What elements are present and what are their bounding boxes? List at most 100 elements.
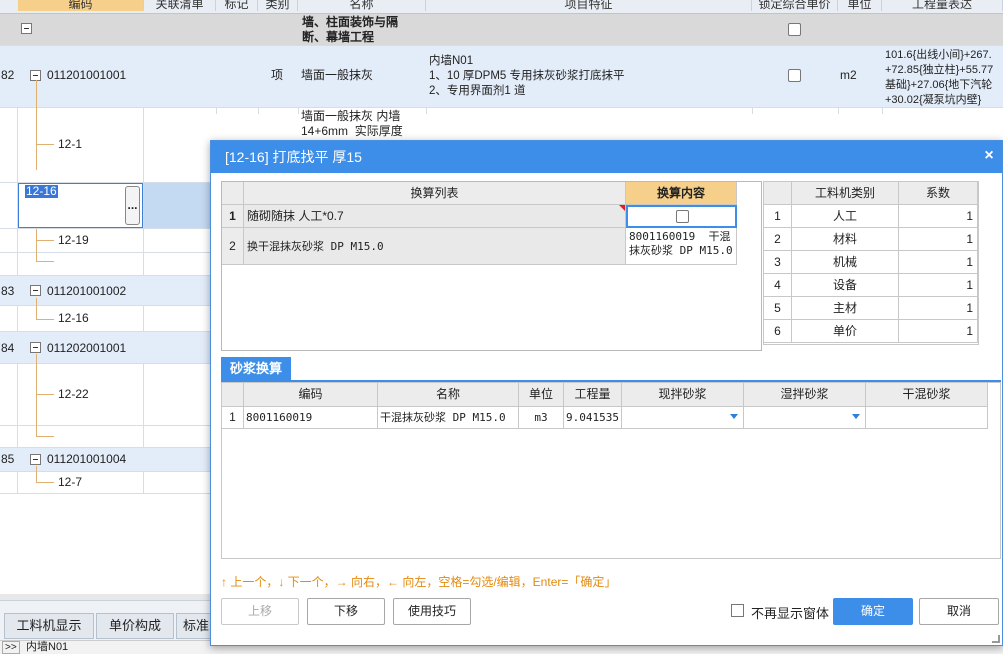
col-header-linked[interactable]: 关联清单 [144, 0, 216, 11]
coef-type-header: 工料机类别 [792, 182, 899, 205]
table-row[interactable]: 82 011201001001 项 墙面一般抹灰 内墙N01 1、10 厚DPM… [0, 46, 1003, 108]
item-expression: 101.6{出线小间}+267. +72.85{独立柱}+55.77 基础}+2… [885, 49, 994, 106]
coef-value[interactable]: 1 [899, 251, 978, 274]
sub-item-code: 12-22 [58, 387, 89, 401]
sub-item-code: 12-1 [58, 137, 83, 151]
col-header-feature[interactable]: 项目特征 [426, 0, 752, 11]
dont-show-checkbox[interactable] [731, 604, 744, 617]
col-header-mark[interactable]: 标记 [216, 0, 258, 11]
sub-item-code: 12-19 [58, 233, 89, 247]
coef-value[interactable]: 1 [899, 205, 978, 228]
row-number: 2 [764, 228, 792, 251]
col-header-name[interactable]: 名称 [298, 0, 426, 11]
mortar-dry-header: 干混砂浆 [866, 383, 988, 407]
conversion-item[interactable]: 换干混抹灰砂浆 DP M15.0 [244, 228, 626, 265]
col-header-code[interactable]: 编码 [18, 0, 144, 11]
item-feature: 内墙N01 1、10 厚DPM5 专用抹灰砂浆打底抹平 2、专用界面剂1 道 [429, 55, 625, 97]
coef-type: 人工 [792, 205, 899, 228]
grid-header: 编码 关联清单 标记 类别 名称 项目特征 锁定综合单价 单位 工程量表达 [0, 0, 1003, 14]
section-title: 墙、柱面装饰与隔 断、幕墙工程 [302, 15, 399, 44]
collapse-icon[interactable] [30, 342, 41, 353]
coef-value-header: 系数 [899, 182, 978, 205]
tips-button[interactable]: 使用技巧 [393, 598, 471, 625]
mortar-conversion-tab[interactable]: 砂浆换算 [221, 357, 291, 381]
coef-value[interactable]: 1 [899, 228, 978, 251]
col-header-expr[interactable]: 工程量表达 [882, 0, 1003, 11]
row-number: 1 [222, 205, 244, 228]
row-number: 6 [764, 320, 792, 343]
conversion-content-cell[interactable] [626, 205, 737, 228]
conversion-item[interactable]: 随砌随抹 人工*0.7 [244, 205, 626, 228]
note-marker-icon [619, 205, 625, 211]
selected-band [144, 183, 214, 228]
row-number: 5 [764, 297, 792, 320]
conversion-item-label: 随砌随抹 人工*0.7 [247, 209, 344, 223]
dropdown-arrow-icon[interactable] [730, 414, 738, 419]
conversion-content-value[interactable]: 8001160019 干混 抹灰砂浆 DP M15.0 [626, 228, 737, 265]
row-number: 84 [1, 341, 15, 355]
move-down-button[interactable]: 下移 [307, 598, 385, 625]
mortar-unit[interactable]: m3 [519, 407, 564, 429]
expand-arrows-icon[interactable]: >> [2, 641, 20, 654]
mortar-name[interactable]: 干混抹灰砂浆 DP M15.0 [378, 407, 519, 429]
item-name: 墙面一般抹灰 [301, 68, 374, 82]
ok-button[interactable]: 确定 [833, 598, 913, 625]
mortar-name-header: 名称 [378, 383, 519, 407]
cancel-button[interactable]: 取消 [919, 598, 999, 625]
wet-mortar-select[interactable] [744, 407, 866, 429]
conversion-item-label: 换干混抹灰砂浆 DP M15.0 [247, 240, 384, 253]
collapse-icon[interactable] [30, 454, 41, 465]
coef-type: 机械 [792, 251, 899, 274]
col-header-unit[interactable]: 单位 [838, 0, 882, 11]
row-number: 2 [222, 228, 244, 265]
sub-item-code: 12-7 [58, 475, 83, 489]
dialog-title: [12-16] 打底找平 厚15 [211, 141, 1002, 173]
coef-value[interactable]: 1 [899, 297, 978, 320]
collapse-icon[interactable] [21, 23, 32, 34]
dry-mortar-cell[interactable] [866, 407, 988, 429]
collapse-icon[interactable] [30, 285, 41, 296]
mortar-unit-header: 单位 [519, 383, 564, 407]
conversion-checkbox[interactable] [676, 210, 689, 223]
dropdown-arrow-icon[interactable] [852, 414, 860, 419]
tab-unit-price-composition[interactable]: 单价构成 [96, 613, 174, 639]
close-icon[interactable]: × [980, 147, 998, 165]
resize-grip-icon[interactable] [992, 635, 1000, 643]
move-up-button[interactable]: 上移 [221, 598, 299, 625]
col-header-lock-price[interactable]: 锁定综合单价 [752, 0, 838, 11]
tab-labor-material[interactable]: 工料机显示 [4, 613, 94, 639]
item-unit: m2 [840, 68, 857, 82]
mortar-qty[interactable]: 9.041535 [564, 407, 622, 429]
lock-price-checkbox[interactable] [788, 69, 801, 82]
conversion-list-header: 换算列表 [244, 182, 626, 205]
sub-item-name: 墙面一般抹灰 内墙 14+6mm 实际厚度 [301, 109, 403, 138]
coef-value[interactable]: 1 [899, 274, 978, 297]
keyboard-hint: ↑ 上一个，↓ 下一个，→ 向右，← 向左，空格=勾选/编辑，Enter=「确定… [221, 575, 617, 589]
row-number: 1 [764, 205, 792, 228]
item-code: 011201001004 [47, 452, 127, 466]
mortar-wet-header: 湿拌砂浆 [744, 383, 866, 407]
section-row[interactable]: 墙、柱面装饰与隔 断、幕墙工程 [0, 14, 1003, 46]
code-edit-value[interactable]: 12-16 [25, 185, 58, 198]
sub-item-code: 12-16 [58, 311, 89, 325]
row-number: 4 [764, 274, 792, 297]
item-type: 项 [271, 68, 284, 82]
code-edit-cell[interactable]: 12-16 ... [18, 183, 143, 228]
dont-show-label: 不再显示窗体 [751, 606, 830, 621]
browse-button[interactable]: ... [125, 186, 140, 225]
coef-value[interactable]: 1 [899, 320, 978, 343]
site-mortar-select[interactable] [622, 407, 744, 429]
coef-type: 设备 [792, 274, 899, 297]
row-number: 85 [1, 452, 15, 466]
conversion-dialog: [12-16] 打底找平 厚15 × 换算列表 换算内容 1 随砌随抹 人工*0… [210, 140, 1003, 646]
mortar-site-header: 现拌砂浆 [622, 383, 744, 407]
item-code: 011201001002 [47, 284, 127, 298]
col-header-type[interactable]: 类别 [258, 0, 298, 11]
coefficient-table: 工料机类别 系数 1 人工 1 2 材料 1 3 机械 1 4 设备 1 5 主材 1 6 单价 1 [763, 181, 979, 345]
item-code: 011201001001 [47, 68, 127, 82]
conversion-table: 换算列表 换算内容 1 随砌随抹 人工*0.7 2 换干混抹灰砂浆 DP M15… [221, 181, 762, 351]
mortar-code[interactable]: 8001160019 [244, 407, 378, 429]
lock-price-checkbox[interactable] [788, 23, 801, 36]
row-number: 3 [764, 251, 792, 274]
coef-type: 单价 [792, 320, 899, 343]
